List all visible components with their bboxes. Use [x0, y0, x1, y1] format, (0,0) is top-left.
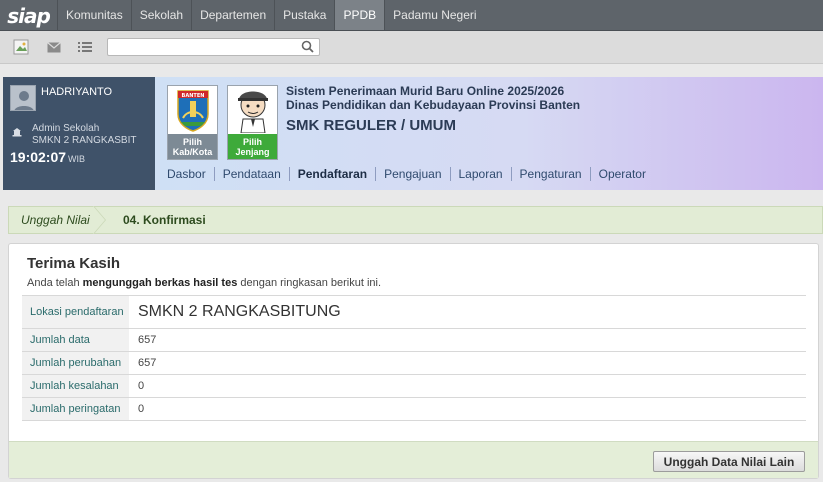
search-input[interactable] — [108, 39, 298, 55]
subnav-pengaturan[interactable]: Pengaturan — [510, 167, 590, 181]
panel-footer: Unggah Data Nilai Lain — [9, 441, 818, 478]
mail-icon[interactable] — [46, 39, 62, 55]
choose-level-label-line1: Pilih — [242, 137, 262, 147]
nav-item-pustaka[interactable]: Pustaka — [275, 0, 336, 30]
banten-emblem-icon: BANTEN — [168, 86, 217, 134]
sub-navigation: Dasbor Pendataan Pendaftaran Pengajuan L… — [167, 167, 654, 181]
choose-region-card[interactable]: BANTEN Pilih Kab/Kota — [167, 85, 218, 160]
upload-other-scores-button[interactable]: Unggah Data Nilai Lain — [653, 451, 805, 472]
row-value: 0 — [129, 397, 806, 421]
breadcrumb-step-upload[interactable]: Unggah Nilai — [21, 213, 90, 227]
row-label: Jumlah perubahan — [22, 351, 129, 375]
clock: 19:02:07 WIB — [10, 149, 85, 165]
nav-item-departemen[interactable]: Departemen — [192, 0, 276, 30]
subnav-pengajuan[interactable]: Pengajuan — [375, 167, 449, 181]
choose-level-card[interactable]: Pilih Jenjang — [227, 85, 278, 160]
user-role-icon — [12, 127, 22, 137]
summary-table: Lokasi pendaftaran SMKN 2 RANGKASBITUNG … — [22, 295, 806, 421]
confirmation-subtitle: Anda telah mengunggah berkas hasil tes d… — [27, 277, 381, 289]
choose-region-label-line1: Pilih — [182, 137, 202, 147]
confirmation-title: Terima Kasih — [27, 255, 121, 272]
system-title: Sistem Penerimaan Murid Baru Online 2025… — [286, 84, 565, 98]
subtitle-post: dengan ringkasan berikut ini. — [237, 277, 382, 289]
clock-time: 19:02:07 — [10, 149, 67, 165]
program-title: SMK REGULER / UMUM — [286, 117, 456, 134]
search-icon[interactable] — [301, 40, 314, 53]
table-row: Lokasi pendaftaran SMKN 2 RANGKASBITUNG — [22, 295, 806, 329]
nav-item-sekolah[interactable]: Sekolah — [132, 0, 193, 30]
subnav-pendataan[interactable]: Pendataan — [213, 167, 289, 181]
avatar[interactable] — [10, 85, 36, 111]
choose-level-label: Pilih Jenjang — [228, 134, 277, 159]
nav-item-padamu-negeri[interactable]: Padamu Negeri — [385, 0, 484, 30]
row-value: 657 — [129, 351, 806, 375]
row-value: 0 — [129, 374, 806, 398]
row-label: Jumlah peringatan — [22, 397, 129, 421]
subnav-operator[interactable]: Operator — [589, 167, 654, 181]
app-header-banner: BANTEN Pilih Kab/Kota Pilih Jenjang Sist… — [155, 77, 823, 190]
subnav-dasbor[interactable]: Dasbor — [167, 167, 214, 181]
subtitle-pre: Anda telah — [27, 277, 83, 289]
row-label: Lokasi pendaftaran — [22, 295, 129, 329]
nav-item-ppdb[interactable]: PPDB — [335, 0, 386, 30]
search-box — [107, 38, 320, 56]
row-label: Jumlah kesalahan — [22, 374, 129, 398]
breadcrumb-separator-fill — [93, 206, 105, 234]
row-value: SMKN 2 RANGKASBITUNG — [129, 295, 806, 329]
image-icon[interactable] — [13, 39, 29, 55]
table-row: Jumlah kesalahan 0 — [22, 374, 806, 398]
nav-item-komunitas[interactable]: Komunitas — [58, 0, 132, 30]
user-profile-panel: HADRIYANTO Admin Sekolah SMKN 2 RANGKASB… — [3, 77, 155, 190]
role-label: Admin Sekolah — [32, 123, 100, 134]
breadcrumb: Unggah Nilai 04. Konfirmasi — [8, 206, 823, 234]
list-icon[interactable] — [77, 39, 93, 55]
subnav-pendaftaran[interactable]: Pendaftaran — [288, 167, 375, 181]
clock-timezone: WIB — [68, 154, 86, 164]
siap-logo[interactable]: siap — [0, 0, 58, 31]
table-row: Jumlah peringatan 0 — [22, 397, 806, 421]
school-label: SMKN 2 RANGKASBIT — [32, 135, 137, 146]
top-navbar: siap Komunitas Sekolah Departemen Pustak… — [0, 0, 823, 31]
breadcrumb-step-confirm: 04. Konfirmasi — [123, 213, 206, 227]
confirmation-panel: Terima Kasih Anda telah mengunggah berka… — [8, 243, 819, 479]
choose-region-label-line2: Kab/Kota — [172, 147, 213, 157]
subnav-laporan[interactable]: Laporan — [449, 167, 511, 181]
logo-text: siap — [7, 3, 51, 28]
choose-level-label-line2: Jenjang — [235, 147, 270, 157]
user-name[interactable]: HADRIYANTO — [41, 86, 112, 98]
student-mascot-icon — [228, 86, 277, 134]
row-label: Jumlah data — [22, 328, 129, 352]
row-value: 657 — [129, 328, 806, 352]
user-role: Admin Sekolah SMKN 2 RANGKASBIT — [32, 123, 136, 147]
table-row: Jumlah data 657 — [22, 328, 806, 352]
subtitle-bold: mengunggah berkas hasil tes — [82, 277, 238, 289]
table-row: Jumlah perubahan 657 — [22, 351, 806, 375]
choose-region-label: Pilih Kab/Kota — [168, 134, 217, 159]
emblem-text: BANTEN — [181, 93, 204, 99]
agency-title: Dinas Pendidikan dan Kebudayaan Provinsi… — [286, 98, 581, 112]
